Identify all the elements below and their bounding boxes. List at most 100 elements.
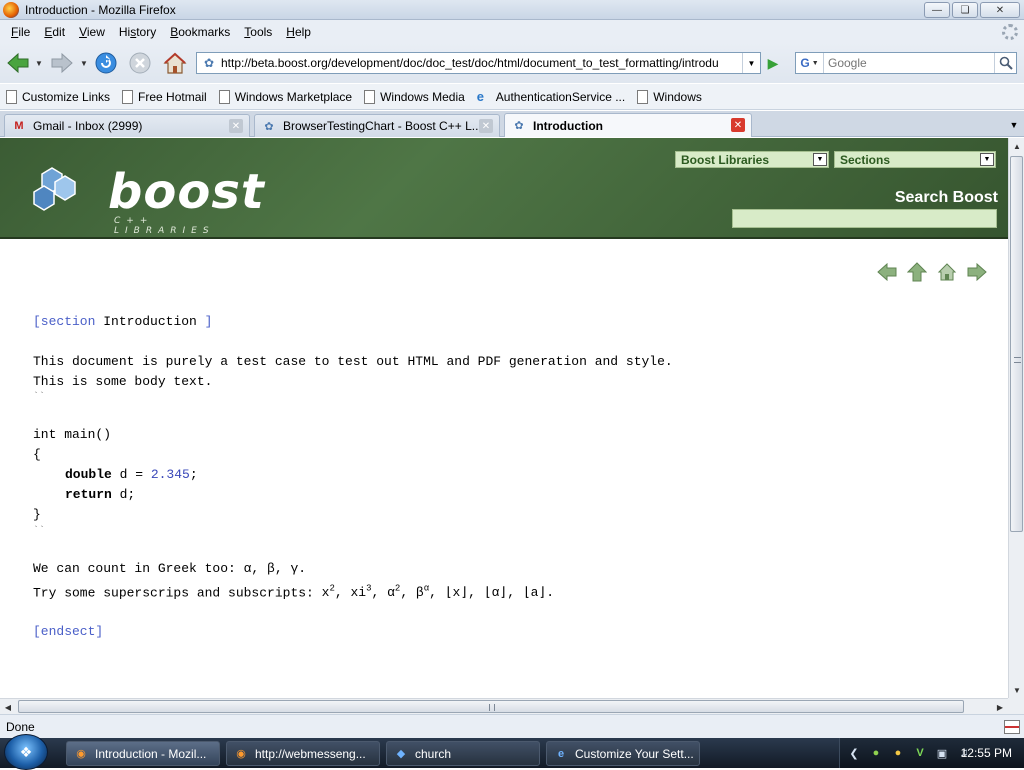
search-button[interactable] bbox=[994, 53, 1016, 73]
code-line: double d = 2.345; bbox=[65, 467, 198, 482]
menu-history[interactable]: History bbox=[112, 25, 163, 39]
tab-label: Gmail - Inbox (2999) bbox=[33, 119, 143, 133]
url-history-dropdown[interactable]: ▼ bbox=[742, 53, 760, 73]
menu-edit[interactable]: Edit bbox=[37, 25, 72, 39]
menu-help[interactable]: Help bbox=[279, 25, 318, 39]
task-introduction[interactable]: ◉ Introduction - Mozil... bbox=[66, 741, 220, 766]
up-arrow-icon[interactable] bbox=[906, 262, 928, 282]
scroll-left-arrow-icon[interactable]: ◀ bbox=[0, 699, 16, 715]
bookmark-item[interactable]: Windows bbox=[637, 89, 702, 104]
network-icon[interactable]: ▣ bbox=[934, 745, 950, 761]
back-button[interactable] bbox=[6, 51, 30, 75]
forward-history-dropdown[interactable]: ▼ bbox=[80, 59, 88, 68]
task-church[interactable]: ◆ church bbox=[386, 741, 540, 766]
next-arrow-icon[interactable] bbox=[966, 262, 988, 282]
code-keyword: return bbox=[65, 487, 112, 502]
forward-arrow-icon bbox=[51, 52, 73, 74]
firefox-icon: ◉ bbox=[76, 748, 86, 760]
bookmark-item[interactable]: Windows Media bbox=[364, 89, 465, 104]
search-boost-label: Search Boost bbox=[894, 189, 998, 206]
vertical-scroll-thumb[interactable] bbox=[1010, 156, 1023, 532]
tab-close-button[interactable]: ✕ bbox=[731, 118, 745, 132]
clock[interactable]: 12:55 PM bbox=[961, 746, 1012, 760]
bookmark-label: Windows Media bbox=[380, 89, 465, 104]
search-engine-selector[interactable]: G ▼ bbox=[796, 53, 824, 73]
tab-label: Introduction bbox=[533, 118, 603, 133]
boost-tagline: C++ LIBRARIES bbox=[114, 216, 215, 236]
stop-icon bbox=[129, 52, 151, 74]
tab-browser-testing-chart[interactable]: ✿ BrowserTestingChart - Boost C++ L... ✕ bbox=[254, 114, 500, 137]
bookmark-item[interactable]: Windows Marketplace bbox=[218, 89, 352, 104]
list-all-tabs-button[interactable]: ▼ bbox=[1006, 115, 1022, 135]
back-arrow-icon bbox=[7, 52, 29, 74]
sections-select[interactable]: Sections ▼ bbox=[834, 151, 996, 168]
url-text[interactable]: http://beta.boost.org/development/doc/do… bbox=[221, 56, 741, 70]
superscript-intro: Try some superscrips and subscripts: bbox=[33, 585, 322, 601]
boost-logo[interactable]: boost C++ LIBRARIES bbox=[22, 154, 264, 236]
messenger-icon[interactable]: ● bbox=[868, 745, 884, 761]
gmail-icon: M bbox=[14, 120, 24, 132]
status-flag-icon bbox=[1004, 720, 1020, 734]
go-button[interactable]: ▶ bbox=[764, 54, 782, 72]
scroll-up-arrow-icon[interactable]: ▲ bbox=[1009, 138, 1024, 154]
code-text: d = bbox=[111, 467, 151, 482]
activity-throbber-icon bbox=[1002, 24, 1018, 40]
minimize-button[interactable]: — bbox=[924, 2, 950, 18]
tray-expand-icon[interactable]: ❮ bbox=[846, 745, 862, 761]
home-button[interactable] bbox=[162, 51, 188, 75]
task-webmessenger[interactable]: ◉ http://webmesseng... bbox=[226, 741, 380, 766]
address-bar[interactable]: ✿ http://beta.boost.org/development/doc/… bbox=[196, 52, 761, 74]
horizontal-scrollbar[interactable]: ◀ ▶ bbox=[0, 698, 1008, 714]
prev-arrow-icon[interactable] bbox=[876, 262, 898, 282]
task-label: church bbox=[415, 746, 452, 761]
reload-button[interactable] bbox=[94, 51, 118, 75]
task-label: Customize Your Sett... bbox=[575, 746, 694, 761]
close-button[interactable]: ✕ bbox=[980, 2, 1020, 18]
search-boost-input[interactable] bbox=[732, 209, 997, 228]
bookmark-item[interactable]: Free Hotmail bbox=[122, 89, 207, 104]
grip-icon bbox=[489, 704, 495, 711]
code-line: { bbox=[33, 447, 41, 462]
status-text: Done bbox=[6, 719, 35, 734]
tab-close-button[interactable]: ✕ bbox=[229, 119, 243, 133]
title-bar: Introduction - Mozilla Firefox — ❏ ✕ bbox=[0, 0, 1024, 20]
select-label: Boost Libraries bbox=[681, 152, 770, 167]
task-customize-settings[interactable]: e Customize Your Sett... bbox=[546, 741, 700, 766]
scroll-right-arrow-icon[interactable]: ▶ bbox=[992, 699, 1008, 715]
bookmarks-toolbar: Customize Links Free Hotmail Windows Marke… bbox=[0, 84, 1024, 110]
people-icon[interactable]: ● bbox=[890, 745, 906, 761]
paragraph-2: This is some body text. bbox=[33, 374, 213, 389]
v-app-icon[interactable]: V bbox=[912, 745, 928, 761]
windows-logo-icon: ❖ bbox=[19, 743, 33, 760]
bookmark-item[interactable]: Customize Links bbox=[6, 89, 110, 104]
vertical-scrollbar[interactable]: ▲ ▼ bbox=[1008, 138, 1024, 698]
tab-gmail[interactable]: M Gmail - Inbox (2999) ✕ bbox=[4, 114, 250, 137]
start-button[interactable]: ❖ bbox=[4, 734, 48, 770]
boost-libraries-select[interactable]: Boost Libraries ▼ bbox=[675, 151, 829, 168]
code-keyword: int bbox=[33, 427, 57, 442]
home-icon[interactable] bbox=[936, 262, 958, 282]
boost-header: boost C++ LIBRARIES Boost Libraries ▼ Se… bbox=[0, 138, 1008, 239]
tab-close-button[interactable]: ✕ bbox=[479, 119, 493, 133]
bookmark-item[interactable]: e AuthenticationService ... bbox=[477, 89, 625, 104]
menu-tools[interactable]: Tools bbox=[237, 25, 279, 39]
search-input[interactable] bbox=[828, 56, 988, 70]
scroll-down-arrow-icon[interactable]: ▼ bbox=[1009, 682, 1024, 698]
menu-view[interactable]: View bbox=[72, 25, 112, 39]
code-line: return d; bbox=[65, 487, 135, 502]
menu-bookmarks[interactable]: Bookmarks bbox=[163, 25, 237, 39]
reload-icon bbox=[95, 52, 117, 74]
menu-bar: File Edit View History Bookmarks Tools H… bbox=[0, 20, 1024, 43]
stop-button[interactable] bbox=[128, 51, 152, 75]
firefox-icon: ◉ bbox=[236, 748, 246, 760]
back-history-dropdown[interactable]: ▼ bbox=[35, 59, 43, 68]
horizontal-scroll-thumb[interactable] bbox=[18, 700, 964, 713]
task-label: Introduction - Mozil... bbox=[95, 746, 207, 761]
site-favicon-icon: ✿ bbox=[203, 56, 215, 70]
page-icon bbox=[364, 89, 376, 104]
menu-file[interactable]: File bbox=[4, 25, 37, 39]
tab-introduction[interactable]: ✿ Introduction ✕ bbox=[504, 113, 752, 137]
maximize-button[interactable]: ❏ bbox=[952, 2, 978, 18]
forward-button[interactable] bbox=[50, 51, 74, 75]
section-close-tag: ] bbox=[204, 314, 213, 329]
